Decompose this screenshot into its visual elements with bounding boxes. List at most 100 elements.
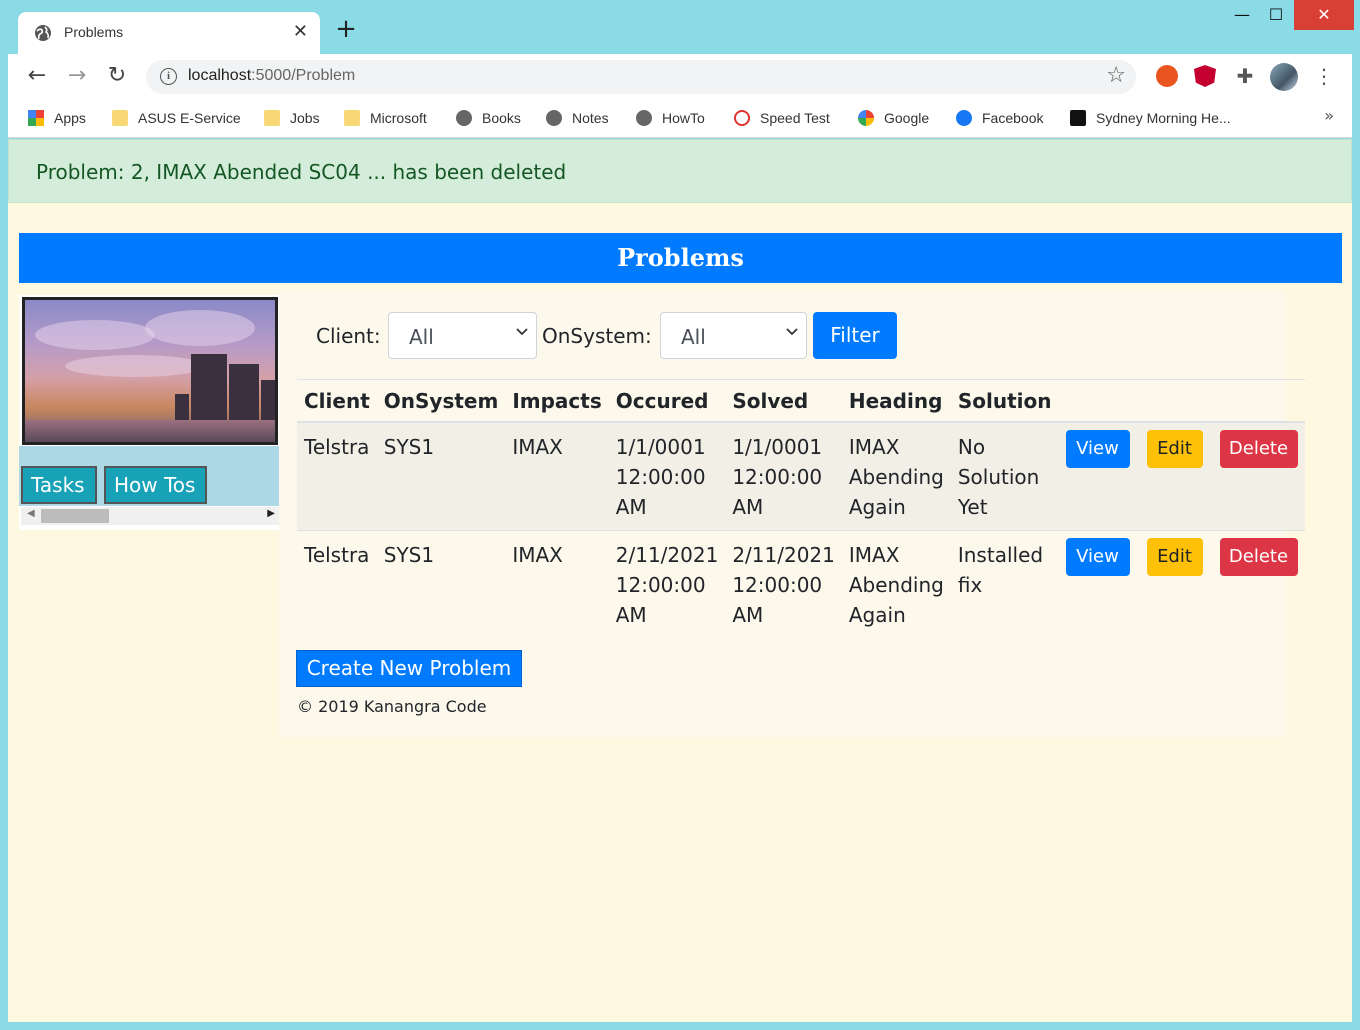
address-bar[interactable]: i localhost:5000/Problem ☆ [146, 60, 1136, 94]
create-new-problem-button[interactable]: Create New Problem [296, 650, 522, 687]
forward-arrow-icon[interactable]: → [64, 64, 90, 90]
solution-cell: No Solution Yet [950, 421, 1059, 531]
profile-avatar[interactable] [1270, 63, 1298, 91]
bookmark-item[interactable]: Books [456, 108, 521, 128]
bookmarks-overflow-icon[interactable]: » [1324, 106, 1334, 125]
cell-line: No [957, 435, 986, 459]
maximize-button[interactable]: ☐ [1260, 0, 1292, 30]
window-frame [0, 1022, 1360, 1030]
globe-icon [35, 25, 51, 41]
bookmarks-bar: Apps ASUS E-Service Jobs Microsoft Books Note… [8, 100, 1352, 138]
bookmark-label: Google [884, 110, 930, 126]
column-header: Solved [725, 379, 842, 423]
edit-button[interactable]: Edit [1146, 538, 1203, 576]
client-select[interactable]: All [388, 312, 537, 359]
page-viewport: Problem: 2, IMAX Abended SC04 ... has be… [8, 139, 1352, 1022]
bookmark-item[interactable]: Sydney Morning He... [1070, 108, 1231, 128]
cell-line: AM [732, 495, 764, 519]
ubuntu-extension-icon[interactable] [1156, 65, 1178, 87]
bookmark-label: Apps [54, 110, 86, 126]
bookmark-item[interactable]: ASUS E-Service [112, 108, 241, 128]
table-header-row: Client OnSystem Impacts Occured Solved H… [297, 379, 1305, 423]
success-alert: Problem: 2, IMAX Abended SC04 ... has be… [8, 139, 1352, 203]
bookmark-item[interactable]: Notes [546, 108, 609, 128]
page-title: Problems [617, 243, 744, 272]
bookmark-label: HowTo [662, 110, 705, 126]
cell-line: AM [615, 603, 647, 627]
column-header: Solution [950, 379, 1059, 423]
bookmark-star-icon[interactable]: ☆ [1106, 63, 1126, 88]
close-window-button[interactable]: ✕ [1294, 0, 1354, 30]
angular-extension-icon[interactable] [1194, 65, 1216, 87]
column-header: Client [297, 379, 377, 423]
footer-copyright: © 2019 Kanangra Code [297, 697, 487, 716]
column-header [1058, 379, 1305, 423]
onsystem-label: OnSystem: [542, 324, 652, 348]
main-content: Client: All OnSystem: All Filter Client … [279, 291, 1305, 737]
scroll-left-icon[interactable]: ◀ [27, 508, 35, 519]
onsystem-select[interactable]: All [660, 312, 807, 359]
google-icon [858, 110, 874, 126]
extensions-puzzle-icon[interactable]: ✚ [1234, 65, 1256, 87]
back-arrow-icon[interactable]: ← [24, 64, 50, 90]
delete-button[interactable]: Delete [1219, 538, 1298, 576]
cell-line: 12:00:00 [615, 573, 706, 597]
view-button[interactable]: View [1065, 538, 1130, 576]
column-header: OnSystem [376, 379, 506, 423]
globe-icon [456, 110, 472, 126]
minimize-button[interactable]: — [1226, 0, 1258, 30]
onsystem-cell: SYS1 [376, 530, 506, 638]
bookmark-item[interactable]: Jobs [264, 108, 320, 128]
facebook-icon [956, 110, 972, 126]
solution-cell: Installed fix [950, 530, 1059, 638]
heading-cell: IMAX Abending Again [841, 530, 951, 638]
filter-button[interactable]: Filter [813, 312, 897, 359]
occured-cell: 2/11/2021 12:00:00 AM [608, 530, 726, 638]
filter-form: Client: All OnSystem: All Filter [297, 312, 917, 360]
chevron-down-icon [786, 328, 798, 336]
browser-tab[interactable]: Problems ✕ [18, 12, 320, 54]
sidebar: Tasks How Tos ◀ ▶ [19, 295, 279, 530]
heading-cell: IMAX Abending Again [841, 421, 951, 531]
tab-close-icon[interactable]: ✕ [293, 21, 308, 42]
new-tab-button[interactable]: + [334, 16, 358, 42]
scrollbar-thumb[interactable] [41, 509, 109, 523]
cell-line: 12:00:00 [732, 465, 823, 489]
impacts-cell: IMAX [505, 421, 609, 531]
tasks-button[interactable]: Tasks [21, 466, 97, 504]
url-text[interactable]: localhost:5000/Problem [188, 67, 355, 85]
bookmark-label: Facebook [982, 110, 1044, 126]
delete-button[interactable]: Delete [1219, 430, 1298, 468]
bookmark-item[interactable]: Microsoft [344, 108, 427, 128]
cell-line: 2/11/2021 [615, 543, 719, 567]
bookmark-item[interactable]: HowTo [636, 108, 705, 128]
page-title-banner: Problems [19, 233, 1342, 283]
cell-line: AM [732, 603, 764, 627]
horizontal-scrollbar[interactable]: ◀ ▶ [21, 507, 279, 525]
column-header: Impacts [505, 379, 609, 423]
bookmark-label: Books [482, 110, 521, 126]
bookmark-item[interactable]: Google [858, 108, 929, 128]
howtos-button[interactable]: How Tos [104, 466, 207, 504]
folder-icon [264, 110, 280, 126]
cell-line: Again [848, 495, 906, 519]
bookmark-label: Notes [572, 110, 609, 126]
view-button[interactable]: View [1065, 430, 1130, 468]
tab-title: Problems [64, 24, 124, 40]
bookmark-item[interactable]: Facebook [956, 108, 1043, 128]
scroll-right-icon[interactable]: ▶ [267, 508, 275, 519]
actions-cell: View Edit Delete [1058, 421, 1305, 531]
column-header: Heading [841, 379, 951, 423]
bookmark-item[interactable]: Apps [28, 108, 86, 128]
browser-toolbar: ← → ↻ i localhost:5000/Problem ☆ ✚ ⋮ [8, 54, 1352, 100]
smh-icon [1070, 110, 1086, 126]
edit-button[interactable]: Edit [1146, 430, 1203, 468]
reload-icon[interactable]: ↻ [104, 64, 130, 90]
cell-line: IMAX [848, 543, 900, 567]
problems-table: Client OnSystem Impacts Occured Solved H… [297, 379, 1305, 638]
solved-cell: 2/11/2021 12:00:00 AM [725, 530, 842, 638]
bookmark-item[interactable]: Speed Test [734, 108, 830, 128]
browser-menu-icon[interactable]: ⋮ [1314, 64, 1334, 88]
column-header: Occured [608, 379, 726, 423]
info-icon[interactable]: i [160, 68, 177, 85]
